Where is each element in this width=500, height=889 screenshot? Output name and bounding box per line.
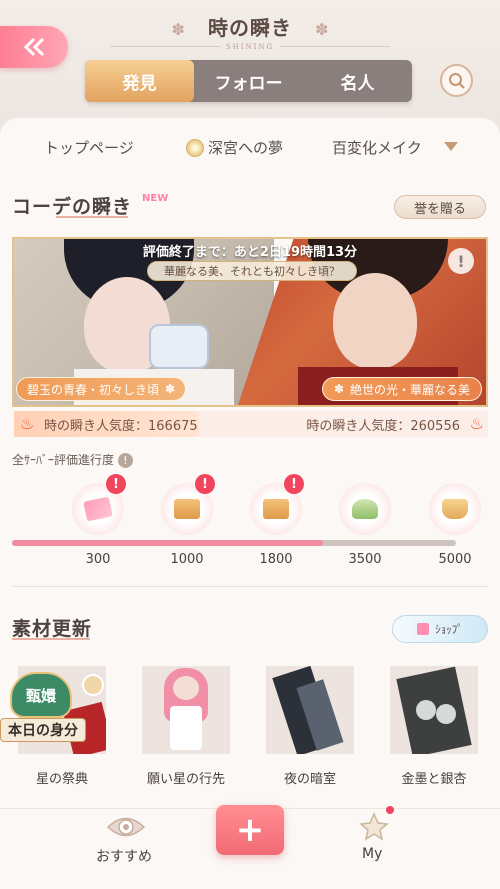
- vote-right-label: 絶世の光・華麗なる美: [350, 382, 471, 397]
- server-progress-text: 全ｻｰﾊﾞｰ評価進行度: [12, 453, 115, 467]
- title-divider: [110, 46, 220, 47]
- page-header: ✽ 時の瞬き ✽ SHINING: [0, 12, 500, 51]
- flame-icon: ♨: [469, 414, 484, 433]
- material-label: 星の祭典: [35, 772, 88, 787]
- new-badge: NEW: [142, 193, 169, 204]
- page-subtitle: SHINING: [225, 43, 275, 51]
- page-title: 時の瞬き: [208, 16, 292, 40]
- material-label: 夜の暗室: [283, 772, 336, 787]
- main-tabs: 発見 フォロー 名人: [85, 60, 412, 102]
- character-face: [333, 273, 417, 369]
- sub-navigation: トップページ 深宮への夢 百変化メイク: [0, 132, 500, 162]
- material-card-gold-ink[interactable]: [390, 666, 478, 754]
- my-tab[interactable]: [357, 810, 391, 844]
- porcelain-cup: [149, 324, 209, 369]
- recommend-tab[interactable]: [104, 812, 148, 842]
- title-divider: [280, 46, 390, 47]
- recommend-label[interactable]: おすすめ: [96, 846, 152, 866]
- todays-role-ribbon[interactable]: 本日の身分: [0, 718, 86, 742]
- popularity-bar: ♨ 時の瞬き人気度：166675 時の瞬き人気度：260556 ♨: [14, 411, 488, 437]
- material-label: 願い星の行先: [146, 772, 225, 787]
- flower-ornament-icon: ✽: [315, 20, 329, 39]
- eye-icon: [106, 817, 146, 837]
- alert-badge-icon: !: [106, 474, 126, 494]
- reward-3500[interactable]: [339, 483, 391, 535]
- milestone-value: 1800: [259, 552, 293, 567]
- vote-right-option[interactable]: ✽ 絶世の光・華麗なる美: [322, 377, 482, 401]
- milestone-value: 1000: [170, 552, 204, 567]
- tab-discover[interactable]: 発見: [85, 60, 194, 102]
- flower-ornament-icon: ✽: [171, 20, 185, 39]
- notification-dot: [386, 806, 394, 814]
- milestone-value: 5000: [438, 552, 472, 567]
- shopping-bag-icon: [417, 623, 430, 635]
- gift-pouch-icon: [442, 499, 468, 519]
- role-seal: 甄嬛: [10, 672, 72, 718]
- subnav-makeup[interactable]: 百変化メイク: [332, 137, 422, 158]
- material-label: 金墨と銀杏: [401, 772, 467, 787]
- envelope-icon: [174, 499, 200, 519]
- alert-badge-icon: !: [284, 474, 304, 494]
- material-card-wish-star[interactable]: [142, 666, 230, 754]
- server-progress-label: 全ｻｰﾊﾞｰ評価進行度 !: [12, 451, 133, 468]
- circle-motif: [436, 704, 456, 724]
- section-divider: [12, 586, 488, 587]
- my-label[interactable]: My: [362, 846, 382, 862]
- countdown-text: 評価終了まで：あと2日19時間13分: [142, 245, 358, 260]
- milestone-value: 300: [85, 552, 111, 567]
- search-button[interactable]: [440, 64, 473, 97]
- tab-masters[interactable]: 名人: [303, 60, 412, 102]
- create-post-button[interactable]: +: [216, 805, 284, 855]
- progress-track: [12, 540, 456, 546]
- help-icon[interactable]: !: [117, 453, 133, 468]
- star-crown-icon: [359, 812, 389, 841]
- ticket-icon: [83, 496, 113, 522]
- give-honor-button[interactable]: 誉を贈る: [394, 195, 486, 219]
- dropdown-arrow-icon[interactable]: [444, 142, 458, 151]
- right-popularity: 時の瞬き人気度：260556: [306, 419, 460, 434]
- section-underline: [12, 638, 90, 640]
- gold-coin-icon: [186, 139, 204, 157]
- search-icon: [448, 72, 465, 89]
- subnav-deep-palace[interactable]: 深宮への夢: [186, 137, 283, 158]
- progress-fill: [12, 540, 323, 546]
- vote-left-label: 碧玉の青春・初々しき頃: [26, 382, 159, 397]
- milestone-value: 3500: [348, 552, 382, 567]
- character-face: [173, 676, 199, 700]
- jade-pendant-icon: [352, 499, 378, 519]
- white-top: [170, 706, 202, 750]
- vote-question: 華麗なる美、それとも初々しき頃？: [147, 261, 357, 281]
- vote-left-option[interactable]: 碧玉の青春・初々しき頃 ✽: [16, 377, 186, 401]
- envelope-icon: [263, 499, 289, 519]
- subnav-deep-palace-label: 深宮への夢: [208, 138, 284, 157]
- material-card-night-room[interactable]: [266, 666, 354, 754]
- alert-badge-icon: !: [195, 474, 215, 494]
- left-popularity: 時の瞬き人気度：166675: [44, 419, 198, 434]
- coordinate-section-title: コーデの瞬き: [12, 196, 133, 218]
- avatar-icon: [82, 674, 104, 696]
- circle-motif: [416, 700, 436, 720]
- flower-icon: ✽: [333, 382, 345, 396]
- materials-section-title: 素材更新: [12, 618, 93, 640]
- flame-icon: ♨: [20, 414, 35, 433]
- shop-button[interactable]: ｼｮｯﾌﾟ: [392, 615, 488, 643]
- shop-button-label: ｼｮｯﾌﾟ: [435, 623, 463, 636]
- section-underline: [56, 216, 128, 218]
- flower-icon: ✽: [164, 382, 176, 396]
- tab-follow[interactable]: フォロー: [194, 60, 303, 102]
- reward-5000[interactable]: [429, 483, 481, 535]
- subnav-top-page[interactable]: トップページ: [44, 137, 134, 158]
- info-button[interactable]: !: [448, 248, 474, 274]
